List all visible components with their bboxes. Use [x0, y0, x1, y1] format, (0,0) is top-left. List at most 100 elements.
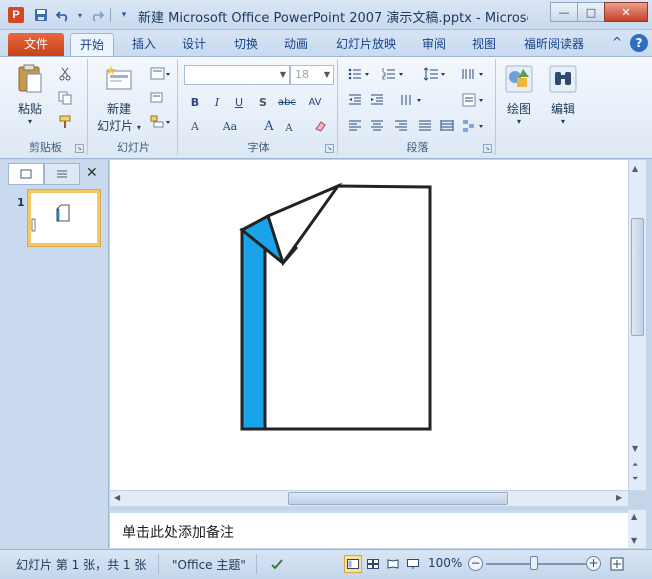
tab-foxit-reader[interactable]: 福昕阅读器 [516, 33, 592, 56]
scroll-left-icon[interactable]: ◀ [114, 493, 120, 502]
undo-icon[interactable] [54, 6, 72, 24]
slides-tab-icon[interactable] [8, 163, 44, 185]
theme-name[interactable]: "Office 主题" [172, 556, 246, 573]
font-color-button[interactable]: A [186, 117, 204, 135]
panel-close-icon[interactable]: ✕ [86, 165, 98, 181]
justify-icon[interactable] [416, 117, 434, 135]
slide-thumbnail[interactable] [28, 190, 100, 246]
copy-icon[interactable] [56, 89, 74, 107]
help-icon[interactable]: ? [630, 34, 648, 52]
underline-button[interactable]: U [230, 93, 248, 111]
shadow-button[interactable]: S [254, 93, 272, 111]
minimize-button[interactable]: — [550, 2, 578, 22]
align-center-icon[interactable] [368, 117, 386, 135]
customize-qat-icon[interactable]: ▾ [115, 6, 133, 24]
increase-indent-icon[interactable] [368, 91, 386, 109]
zoom-out-button[interactable]: − [468, 556, 483, 571]
normal-view-icon[interactable] [344, 555, 362, 573]
slideshow-view-icon[interactable] [404, 555, 422, 573]
scroll-down-icon[interactable]: ▼ [632, 444, 638, 453]
align-text-icon[interactable] [460, 91, 488, 109]
zoom-level[interactable]: 100% [428, 556, 462, 570]
notes-pane[interactable]: 单击此处添加备注 [110, 510, 628, 548]
blue-spine-shape[interactable] [240, 227, 267, 431]
tab-animations[interactable]: 动画 [276, 33, 316, 56]
align-left-icon[interactable] [346, 117, 364, 135]
tab-home[interactable]: 开始 [70, 33, 114, 56]
bold-button[interactable]: B [186, 93, 204, 111]
window-controls: — □ ✕ [550, 2, 648, 22]
tab-design[interactable]: 设计 [174, 33, 214, 56]
text-direction-icon[interactable] [398, 91, 426, 109]
editing-button[interactable]: 编辑 ▾ [544, 63, 582, 126]
outline-tab-icon[interactable] [44, 163, 80, 185]
notes-scroll-down-icon[interactable]: ▼ [631, 536, 637, 545]
tab-insert[interactable]: 插入 [124, 33, 164, 56]
line-spacing-icon[interactable] [422, 65, 450, 83]
reading-view-icon[interactable] [384, 555, 402, 573]
fit-to-window-icon[interactable] [608, 555, 626, 573]
new-slide-button[interactable]: 新建 幻灯片 ▾ [94, 63, 144, 134]
spell-check-icon[interactable] [268, 555, 286, 573]
slide-canvas[interactable] [110, 160, 628, 490]
horizontal-scrollbar[interactable]: ◀ ▶ [110, 490, 628, 506]
zoom-slider-thumb[interactable] [530, 556, 538, 570]
reset-icon[interactable] [148, 89, 166, 107]
section-icon[interactable] [148, 113, 174, 131]
shrink-font-button[interactable]: A [280, 119, 298, 137]
grow-font-button[interactable]: A [260, 117, 278, 135]
tab-slideshow[interactable]: 幻灯片放映 [330, 33, 402, 56]
minimize-ribbon-icon[interactable]: ^ [612, 35, 622, 49]
editing-dropdown-icon[interactable]: ▾ [544, 117, 582, 126]
drawing-dropdown-icon[interactable]: ▾ [500, 117, 538, 126]
character-spacing-button[interactable]: AV [302, 93, 328, 111]
clear-formatting-icon[interactable] [312, 117, 330, 135]
change-case-button[interactable]: Aa [218, 117, 242, 135]
paste-button[interactable]: 粘贴 ▾ [10, 63, 50, 126]
align-right-icon[interactable] [392, 117, 410, 135]
font-name-combo[interactable]: ▼ [184, 65, 290, 85]
paragraph-launcher-icon[interactable]: ↘ [483, 144, 492, 153]
cut-icon[interactable] [56, 65, 74, 83]
zoom-in-button[interactable]: + [586, 556, 601, 571]
notes-scrollbar[interactable]: ▲ ▼ [628, 510, 646, 548]
numbering-icon[interactable] [380, 65, 408, 83]
notes-scroll-up-icon[interactable]: ▲ [631, 512, 637, 521]
format-painter-icon[interactable] [56, 113, 74, 131]
undo-dropdown-icon[interactable]: ▾ [76, 6, 84, 24]
save-icon[interactable] [32, 6, 50, 24]
vertical-scrollbar[interactable]: ▲ ▼ ⏶ ⏷ [628, 160, 646, 490]
scroll-right-icon[interactable]: ▶ [616, 493, 622, 502]
strikethrough-button[interactable]: abc [276, 93, 298, 111]
new-slide-dropdown-icon[interactable]: ▾ [137, 123, 141, 132]
slide-sorter-icon[interactable] [364, 555, 382, 573]
bullets-icon[interactable] [346, 65, 374, 83]
redo-icon[interactable] [88, 6, 106, 24]
smartart-icon[interactable] [460, 117, 488, 135]
italic-button[interactable]: I [208, 93, 226, 111]
previous-slide-icon[interactable]: ⏶ [632, 460, 638, 470]
next-slide-icon[interactable]: ⏷ [632, 474, 638, 484]
tab-view[interactable]: 视图 [464, 33, 504, 56]
horizontal-scroll-thumb[interactable] [288, 492, 508, 505]
maximize-button[interactable]: □ [577, 2, 605, 22]
font-size-combo[interactable]: 18 ▼ [290, 65, 334, 85]
scroll-up-icon[interactable]: ▲ [632, 164, 638, 173]
notes-placeholder[interactable]: 单击此处添加备注 [122, 522, 234, 542]
columns-icon[interactable] [460, 65, 488, 83]
drawing-button[interactable]: 绘图 ▾ [500, 63, 538, 126]
vertical-scroll-thumb[interactable] [631, 218, 644, 336]
tab-review[interactable]: 审阅 [414, 33, 454, 56]
tab-transitions[interactable]: 切换 [226, 33, 266, 56]
clipboard-launcher-icon[interactable]: ↘ [75, 144, 84, 153]
layout-icon[interactable] [148, 65, 174, 83]
distributed-icon[interactable] [438, 117, 456, 135]
font-launcher-icon[interactable]: ↘ [325, 144, 334, 153]
paste-dropdown-icon[interactable]: ▾ [10, 117, 50, 126]
decrease-indent-icon[interactable] [346, 91, 364, 109]
powerpoint-app-icon[interactable]: P [8, 7, 24, 23]
tab-file[interactable]: 文件 [8, 33, 64, 56]
font-size-dropdown-icon[interactable]: ▼ [324, 66, 330, 84]
font-name-dropdown-icon[interactable]: ▼ [280, 66, 286, 84]
close-button[interactable]: ✕ [604, 2, 648, 22]
